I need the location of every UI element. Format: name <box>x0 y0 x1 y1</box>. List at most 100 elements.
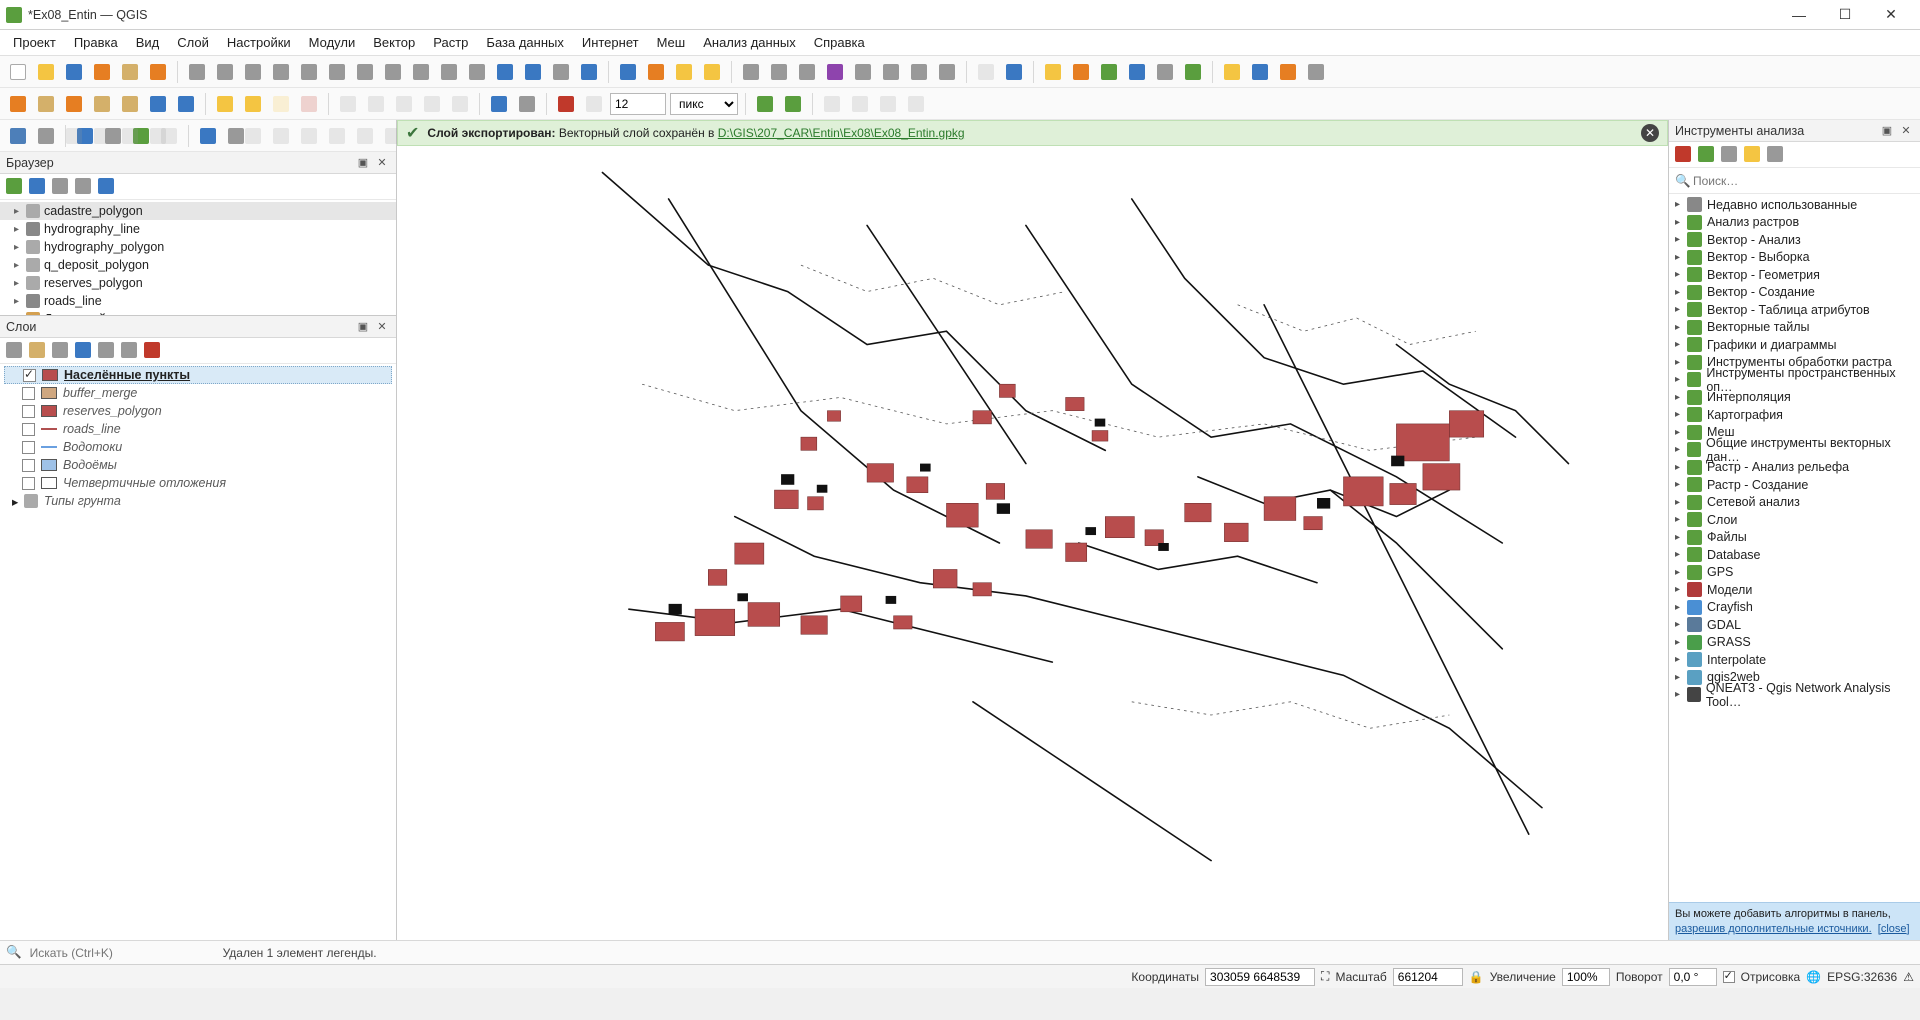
layers-tree[interactable]: Населённые пунктыbuffer_mergereserves_po… <box>0 364 396 940</box>
layer-checkbox[interactable] <box>22 477 35 490</box>
add-mesh-button[interactable] <box>62 92 86 116</box>
layer-checkbox[interactable] <box>22 423 35 436</box>
dig-d9[interactable] <box>297 124 321 148</box>
edit-d4[interactable] <box>420 92 444 116</box>
locator-input[interactable] <box>30 946 185 960</box>
trace-button[interactable] <box>781 92 805 116</box>
open-project-button[interactable] <box>34 60 58 84</box>
help-button[interactable] <box>196 124 220 148</box>
zoom-last-button[interactable] <box>409 60 433 84</box>
zoom-selection-button[interactable] <box>353 60 377 84</box>
style-manager-button[interactable] <box>146 60 170 84</box>
maptips-button[interactable] <box>907 60 931 84</box>
add-vector-button[interactable] <box>6 92 30 116</box>
zoom-native-button[interactable] <box>297 60 321 84</box>
extent-icon[interactable]: ⛶ <box>1321 969 1329 984</box>
render-checkbox[interactable] <box>1723 971 1735 983</box>
menu-layer[interactable]: Слой <box>168 32 218 53</box>
layer-checkbox[interactable] <box>22 387 35 400</box>
browser-close-button[interactable]: ✕ <box>374 155 390 171</box>
toolbox-group-2[interactable]: ▸Вектор - Анализ <box>1669 231 1920 249</box>
browser-undock-button[interactable]: ▣ <box>355 155 371 171</box>
new-map-view-button[interactable] <box>465 60 489 84</box>
browser-item-1[interactable]: ▸hydrography_line <box>0 220 396 238</box>
zoom-out-button[interactable] <box>269 60 293 84</box>
identify-button[interactable] <box>616 60 640 84</box>
dig-d4[interactable] <box>90 124 114 148</box>
layer-checkbox[interactable] <box>22 441 35 454</box>
zoom-next-button[interactable] <box>437 60 461 84</box>
menu-help[interactable]: Справка <box>805 32 874 53</box>
browser-filter-button[interactable] <box>52 178 70 196</box>
snap-unit-select[interactable]: пикс <box>670 93 738 115</box>
close-button[interactable]: ✕ <box>1868 0 1914 30</box>
snap-opt-button[interactable] <box>582 92 606 116</box>
notif-close-button[interactable]: ✕ <box>1641 124 1659 142</box>
snapping-button[interactable] <box>554 92 578 116</box>
zoom-layer-button[interactable] <box>381 60 405 84</box>
plugin-button-4[interactable] <box>1153 60 1177 84</box>
toolbox-undock-button[interactable]: ▣ <box>1879 123 1895 139</box>
notif-link[interactable]: D:\GIS\207_CAR\Entin\Ex08\Ex08_Entin.gpk… <box>718 126 965 140</box>
add-raster-button[interactable] <box>34 92 58 116</box>
layer-checkbox[interactable] <box>22 459 35 472</box>
new-spatialite-button[interactable] <box>146 92 170 116</box>
toolbox-group-1[interactable]: ▸Анализ растров <box>1669 214 1920 232</box>
layer-row-3[interactable]: roads_line <box>4 420 392 438</box>
layers-collapse-button[interactable] <box>121 342 139 360</box>
measure-button[interactable] <box>851 60 875 84</box>
pan-button[interactable] <box>185 60 209 84</box>
label-button-4[interactable] <box>297 92 321 116</box>
layers-remove-button[interactable] <box>144 342 162 360</box>
rot-input[interactable] <box>1669 968 1717 986</box>
geom-d3[interactable] <box>876 92 900 116</box>
toolbox-tree[interactable]: ▸Недавно использованные▸Анализ растров▸В… <box>1669 194 1920 902</box>
measure-area-button[interactable] <box>879 60 903 84</box>
toolbox-group-18[interactable]: ▸Слои <box>1669 511 1920 529</box>
layer-row-2[interactable]: reserves_polygon <box>4 402 392 420</box>
messages-icon[interactable]: ⚠ <box>1903 970 1914 984</box>
toolbox-gear-button[interactable] <box>1675 146 1693 164</box>
new-shapefile-button[interactable] <box>90 92 114 116</box>
toolbox-search-input[interactable] <box>1693 174 1914 188</box>
toolbox-group-20[interactable]: ▸Database <box>1669 546 1920 564</box>
browser-refresh-button[interactable] <box>29 178 47 196</box>
toolbox-group-14[interactable]: ▸Общие инструменты векторных дан… <box>1669 441 1920 459</box>
maximize-button[interactable]: ☐ <box>1822 0 1868 30</box>
toolbox-group-22[interactable]: ▸Модели <box>1669 581 1920 599</box>
toolbox-group-16[interactable]: ▸Растр - Создание <box>1669 476 1920 494</box>
menu-internet[interactable]: Интернет <box>573 32 648 53</box>
pan-selection-button[interactable] <box>213 60 237 84</box>
show-bookmarks-button[interactable] <box>521 60 545 84</box>
menu-settings[interactable]: Настройки <box>218 32 300 53</box>
layers-undock-button[interactable]: ▣ <box>355 319 371 335</box>
menu-mesh[interactable]: Меш <box>648 32 695 53</box>
action-button[interactable] <box>644 60 668 84</box>
plugin-button-5[interactable] <box>1181 60 1205 84</box>
menu-raster[interactable]: Растр <box>424 32 477 53</box>
plugin-button-2[interactable] <box>1097 60 1121 84</box>
toolbox-history-button[interactable] <box>1721 146 1739 164</box>
menu-project[interactable]: Проект <box>4 32 65 53</box>
layers-style-button[interactable] <box>6 342 24 360</box>
select-button[interactable] <box>672 60 696 84</box>
label-button-1[interactable] <box>213 92 237 116</box>
browser-item-0[interactable]: ▸cadastre_polygon <box>0 202 396 220</box>
hint-link-close[interactable]: [close] <box>1878 923 1910 935</box>
geom-d4[interactable] <box>904 92 928 116</box>
toolbox-group-25[interactable]: ▸GRASS <box>1669 634 1920 652</box>
crs-icon[interactable]: 🌐 <box>1806 970 1821 984</box>
dig-d7[interactable] <box>241 124 265 148</box>
vertex-tool-button[interactable] <box>515 92 539 116</box>
layout-manager-button[interactable] <box>118 60 142 84</box>
layers-filter-button[interactable] <box>75 342 93 360</box>
coord-input[interactable] <box>1205 968 1315 986</box>
tool-misc-1[interactable] <box>1002 60 1026 84</box>
dig-d5[interactable] <box>118 124 142 148</box>
statistics-button[interactable] <box>823 60 847 84</box>
layer-row-1[interactable]: buffer_merge <box>4 384 392 402</box>
edit-d3[interactable] <box>392 92 416 116</box>
toolbox-group-10[interactable]: ▸Инструменты пространственных оп… <box>1669 371 1920 389</box>
refresh-button[interactable] <box>577 60 601 84</box>
toolbox-group-12[interactable]: ▸Картография <box>1669 406 1920 424</box>
